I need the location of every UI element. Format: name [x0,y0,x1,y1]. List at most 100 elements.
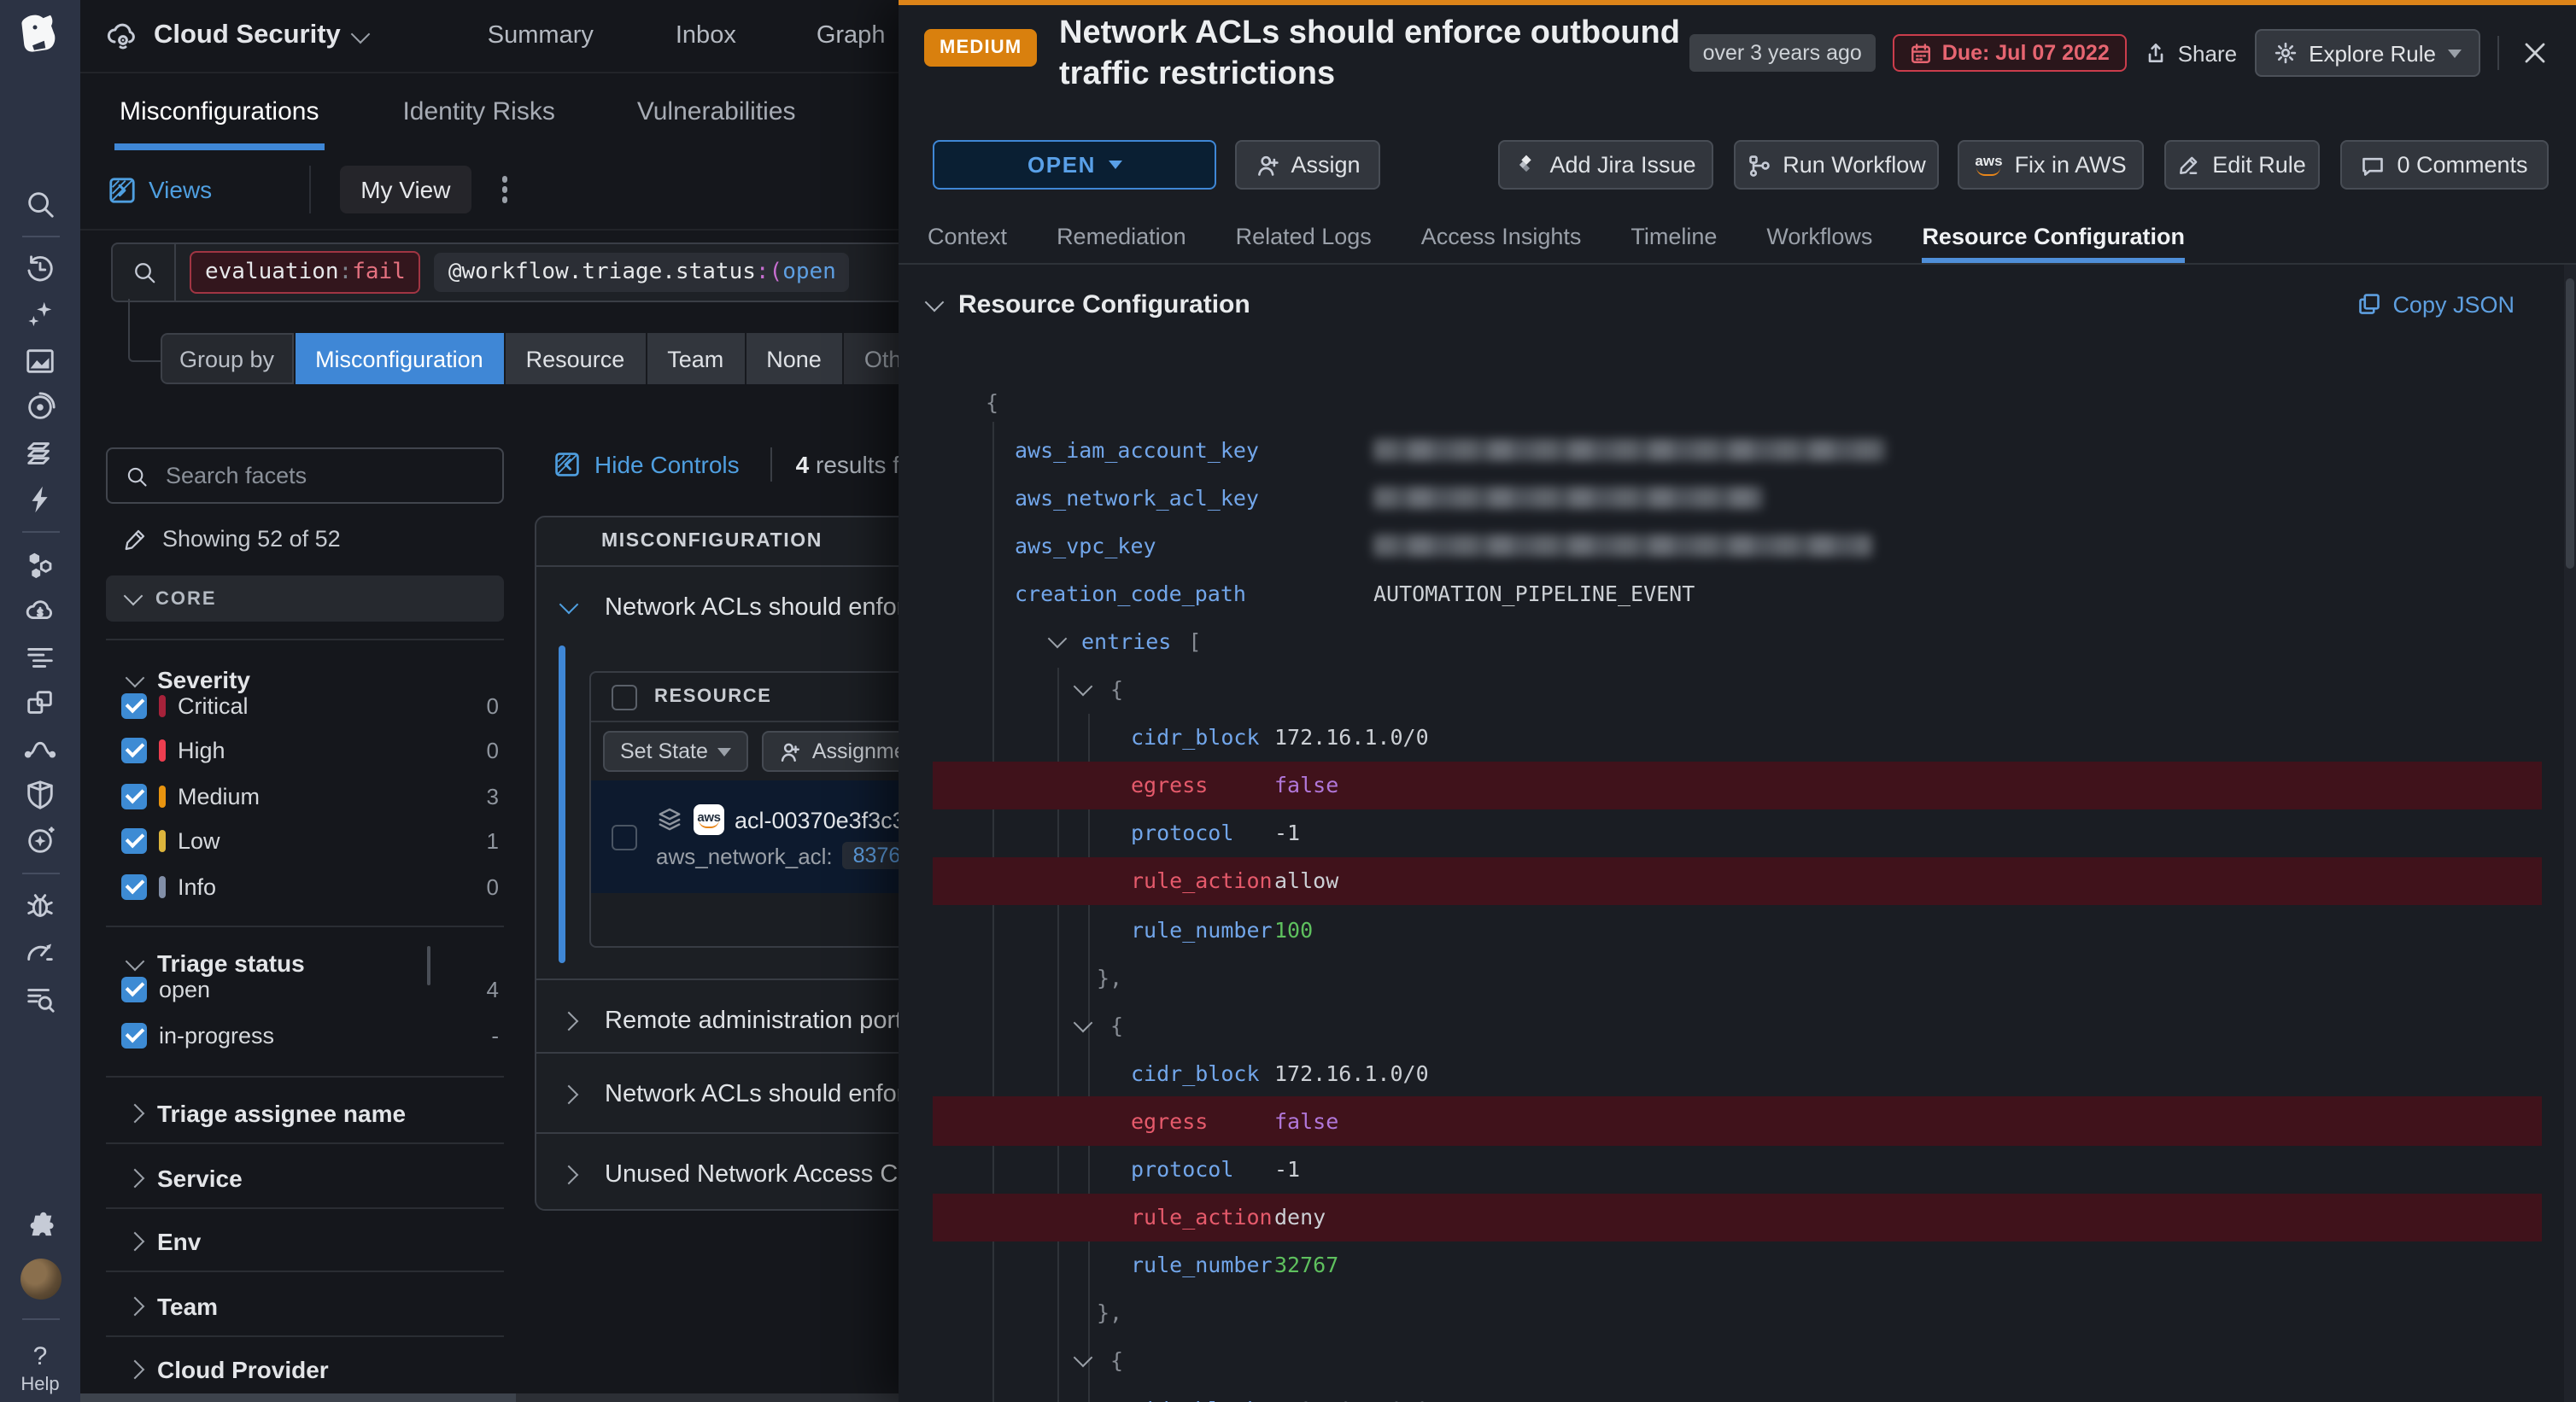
facet-triage-in-progress[interactable]: in-progress- [121,1013,504,1057]
select-all-checkbox[interactable] [612,684,637,710]
facet-severity-low[interactable]: Low1 [121,818,504,862]
facet-severity-critical[interactable]: Critical0 [121,683,504,727]
compass-sparkle-icon[interactable] [0,818,80,864]
tab-vulnerabilities[interactable]: Vulnerabilities [637,72,796,150]
query-token-workflow-status[interactable]: @workflow.triage.status:(open [435,253,850,292]
due-date-chip[interactable]: Due: Jul 07 2022 [1893,34,2127,72]
current-view-chip[interactable]: My View [340,166,471,213]
redacted-value [1373,438,1886,460]
set-state-button[interactable]: Set State [603,731,749,772]
query-token-evaluation-fail[interactable]: evaluation:fail [190,251,421,294]
facet-severity-high[interactable]: High0 [121,727,504,772]
chevron-down-icon[interactable] [1048,629,1068,649]
nav-inbox[interactable]: Inbox [676,22,736,50]
facet-group-service[interactable]: Service [128,1165,243,1192]
group-by-resource[interactable]: Resource [504,333,646,384]
gauge-icon[interactable] [0,929,80,975]
group-by-none[interactable]: None [744,333,842,384]
bug-icon[interactable] [0,883,80,929]
results-count: 4 [796,451,810,478]
panel-scrollbar[interactable] [2564,265,2576,1402]
chevron-down-icon [124,587,143,606]
tab-identity-risks[interactable]: Identity Risks [402,72,554,150]
layers-stack-icon[interactable] [0,430,80,476]
trace-curve-icon[interactable] [0,726,80,772]
json-row-cidr: cidr_block172.16.1.0/0 [933,1385,2542,1402]
facet-group-cloud-provider[interactable]: Cloud Provider [128,1356,329,1383]
facet-severity-medium[interactable]: Medium3 [121,774,504,818]
finding-detail-panel: MEDIUM Network ACLs should enforce outbo… [899,0,2576,1402]
log-lines-icon[interactable] [0,634,80,680]
assign-button[interactable]: Assign [1235,140,1380,190]
help-icon[interactable]: ? [33,1342,48,1371]
tab-misconfigurations[interactable]: Misconfigurations [120,72,319,150]
facet-triage-open[interactable]: open4 [121,967,504,1011]
close-icon[interactable] [2516,34,2554,72]
tab-resource-configuration[interactable]: Resource Configuration [1922,210,2185,263]
row-checkbox[interactable] [612,824,637,850]
status-dropdown[interactable]: OPEN [933,140,1216,190]
chevron-down-icon[interactable] [1074,1349,1093,1369]
datadog-logo-icon[interactable] [0,0,80,72]
json-row-entry-close: }, [933,953,2542,1001]
chevron-down-icon[interactable] [1074,1013,1093,1032]
nav-graph[interactable]: Graph [817,22,886,50]
product-switcher[interactable]: Cloud Security [106,19,368,53]
group-by-misconfiguration[interactable]: Misconfiguration [293,333,504,384]
tab-access-insights[interactable]: Access Insights [1421,210,1582,263]
tab-context[interactable]: Context [928,210,1007,263]
shield-3d-icon[interactable] [0,772,80,818]
help-label[interactable]: Help [20,1375,59,1395]
nav-summary[interactable]: Summary [488,22,594,50]
chart-image-icon[interactable] [0,338,80,384]
fix-in-aws-button[interactable]: aws Fix in AWS [1958,140,2144,190]
layers-stack-icon [656,806,683,833]
hexagons-icon[interactable] [0,541,80,587]
tab-timeline[interactable]: Timeline [1630,210,1717,263]
facet-showing[interactable]: Showing 52 of 52 [123,526,341,552]
comments-button[interactable]: 0 Comments [2340,140,2549,190]
explore-rule-button[interactable]: Explore Rule [2254,29,2480,77]
copy-json-button[interactable]: Copy JSON [2356,291,2515,317]
doc-search-icon[interactable] [0,975,80,1021]
pencil-icon [2178,154,2200,176]
kebab-menu-icon[interactable] [495,170,515,210]
search-icon[interactable] [0,181,80,227]
facet-group-triage-assignee[interactable]: Triage assignee name [128,1100,406,1127]
share-button[interactable]: Share [2144,40,2237,66]
target-eye-icon[interactable] [0,384,80,430]
puzzle-integrations-icon[interactable] [0,1202,80,1248]
section-collapse[interactable]: Resource Configuration [928,289,1250,318]
facet-group-core[interactable]: CORE [106,575,504,622]
resource-config-section-header: Resource Configuration Copy JSON [899,278,2515,330]
facet-search-input[interactable] [162,461,460,490]
run-workflow-button[interactable]: Run Workflow [1734,140,1939,190]
severity-bar-low [159,829,166,851]
cloud-cost-icon[interactable] [0,587,80,634]
facet-group-env[interactable]: Env [128,1228,201,1255]
group-by-team[interactable]: Team [645,333,744,384]
tab-workflows[interactable]: Workflows [1766,210,1872,263]
json-row-rule-action-flagged: rule_actiondeny [933,1193,2542,1241]
chevron-down-icon[interactable] [1074,677,1093,697]
sparkles-icon[interactable] [0,292,80,338]
lightning-bolt-icon[interactable] [0,476,80,523]
tab-remediation[interactable]: Remediation [1057,210,1186,263]
history-clock-icon[interactable] [0,246,80,292]
facet-search[interactable] [106,447,504,504]
tab-related-logs[interactable]: Related Logs [1236,210,1372,263]
hide-controls-button[interactable]: Hide Controls [553,451,740,478]
edit-rule-button[interactable]: Edit Rule [2164,140,2320,190]
app-windows-icon[interactable] [0,680,80,726]
horizontal-scrollbar[interactable] [80,1393,899,1402]
user-avatar[interactable] [20,1259,61,1300]
search-icon [125,464,149,488]
json-row-cidr: cidr_block172.16.1.0/0 [933,1049,2542,1097]
facet-severity-info[interactable]: Info0 [121,864,504,908]
views-label: Views [149,176,212,203]
comment-bubble-icon [2361,153,2385,177]
facet-group-team[interactable]: Team [128,1293,218,1320]
add-jira-issue-button[interactable]: Add Jira Issue [1498,140,1713,190]
resource-name[interactable]: acl-00370e3f3c37 [735,807,918,832]
views-button[interactable]: Views [108,175,212,204]
